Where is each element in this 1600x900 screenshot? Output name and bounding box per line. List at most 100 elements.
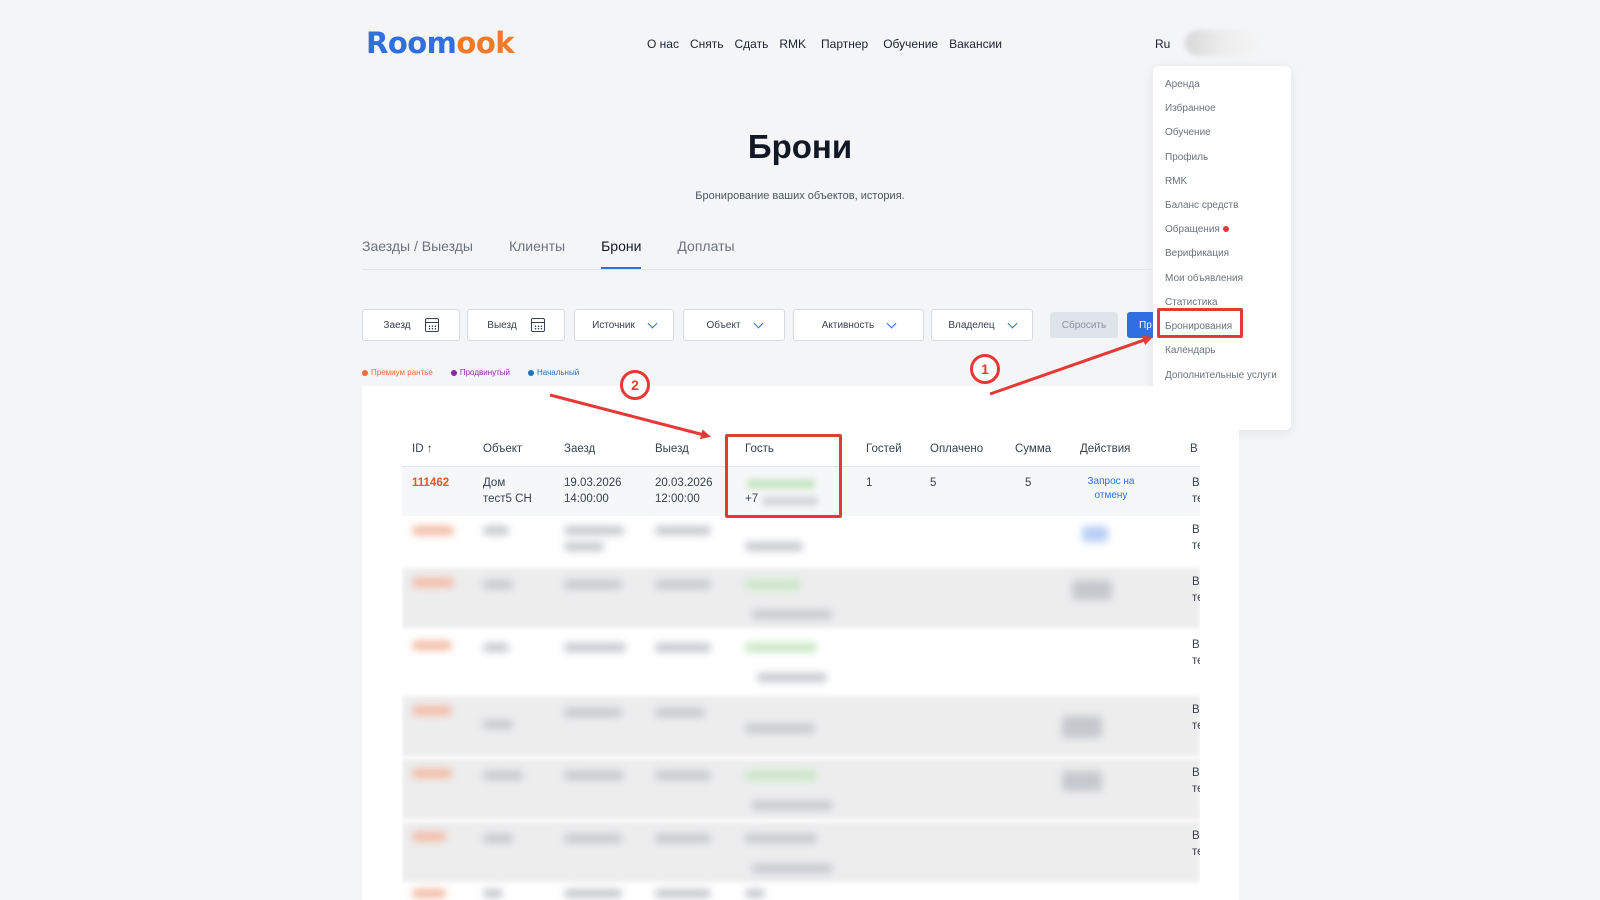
menu-item-verification[interactable]: Верификация	[1153, 242, 1291, 266]
menu-item-my-listings[interactable]: Мои объявления	[1153, 267, 1291, 291]
col-actions: Действия	[1080, 443, 1131, 455]
blur-text	[752, 864, 832, 873]
tab-checkins[interactable]: Заезды / Выезды	[362, 238, 473, 269]
row-extra: В	[1192, 830, 1200, 842]
table-row[interactable]: В те	[402, 631, 1200, 691]
tab-bookings[interactable]: Брони	[601, 238, 642, 269]
legend-dot	[362, 369, 368, 376]
owner-select[interactable]: Владелец	[931, 309, 1033, 341]
blur-text	[564, 526, 624, 535]
row-extra-2: те	[1192, 540, 1200, 552]
main-nav: О нас Снять Сдать RMK Партнер Обучение В…	[647, 37, 1002, 51]
menu-item-tickets[interactable]: Обращения	[1153, 218, 1291, 242]
blur-text	[483, 834, 513, 843]
row-extra: В	[1192, 576, 1200, 588]
nav-partner[interactable]: Партнер	[821, 37, 868, 51]
blur-text	[564, 542, 604, 551]
annotation-badge-1: 1	[970, 354, 1000, 384]
row-sum: 5	[1025, 477, 1032, 489]
blur-text	[483, 643, 509, 652]
checkout-date-input[interactable]: Выезд	[467, 309, 565, 341]
legend-advanced: Продвинутый	[450, 368, 510, 377]
row-extra: В	[1192, 767, 1200, 779]
col-checkin: Заезд	[564, 443, 596, 455]
chevron-down-icon	[647, 318, 658, 328]
language-switcher[interactable]: Ru	[1155, 37, 1170, 51]
col-id[interactable]: ID ↑	[412, 443, 432, 455]
annotation-badge-2: 2	[620, 370, 650, 400]
blur-id	[412, 641, 452, 650]
legend-dot	[528, 369, 535, 376]
blur-text	[745, 889, 765, 898]
col-paid: Оплачено	[930, 443, 984, 455]
blur-id	[412, 832, 446, 841]
col-sum: Сумма	[1015, 443, 1052, 455]
table-row[interactable]: В те	[402, 696, 1200, 756]
activity-select[interactable]: Активность	[793, 309, 924, 341]
blur-id	[412, 769, 452, 778]
table-row[interactable]: В те	[402, 822, 1200, 882]
blur-action	[1082, 526, 1108, 542]
highlight-guest-column	[725, 434, 842, 518]
chevron-down-icon	[753, 318, 763, 328]
nav-learning[interactable]: Обучение	[883, 37, 938, 51]
table-row[interactable]: В те	[402, 568, 1200, 628]
object-select[interactable]: Объект	[683, 309, 785, 341]
row-checkout-date: 20.03.2026	[655, 477, 713, 489]
col-extra: В	[1190, 443, 1198, 455]
row-checkout-time: 12:00:00	[655, 493, 700, 505]
tab-surcharges[interactable]: Доплаты	[677, 238, 734, 269]
blur-action	[1062, 716, 1102, 738]
nav-rent[interactable]: Снять	[690, 37, 724, 51]
tab-clients[interactable]: Клиенты	[509, 238, 565, 269]
col-checkout: Выезд	[655, 443, 689, 455]
row-checkin-date: 19.03.2026	[564, 477, 622, 489]
menu-item-calendar[interactable]: Календарь	[1153, 339, 1291, 363]
blur-id	[412, 578, 454, 587]
page-subtitle: Бронирование ваших объектов, история.	[695, 190, 905, 202]
blur-text	[745, 771, 817, 780]
blur-text	[564, 580, 622, 589]
row-extra: В	[1192, 524, 1200, 536]
row-extra-2: те	[1192, 783, 1200, 795]
row-guests-count: 1	[866, 477, 873, 489]
user-avatar[interactable]	[1185, 30, 1257, 56]
source-select[interactable]: Источник	[574, 309, 674, 341]
blur-text	[564, 834, 622, 843]
tabs: Заезды / Выезды Клиенты Брони Доплаты	[362, 238, 1152, 270]
blur-text	[745, 724, 815, 733]
table-row[interactable]	[402, 885, 1200, 900]
blur-action	[1062, 771, 1102, 791]
blur-text	[655, 643, 711, 652]
roomook-logo[interactable]: Roomook	[366, 26, 515, 60]
row-extra-2: те	[1192, 592, 1200, 604]
blurred-rows: В те В те В те В те	[402, 516, 1200, 900]
blur-text	[655, 580, 711, 589]
table-row[interactable]: В те	[402, 516, 1200, 565]
blur-text	[745, 542, 803, 551]
nav-rmk[interactable]: RMK	[779, 37, 806, 51]
blur-text	[745, 580, 801, 589]
table-row[interactable]: В те	[402, 759, 1200, 819]
blur-action	[1072, 580, 1112, 600]
col-object: Объект	[483, 443, 523, 455]
cancel-request-link[interactable]: Запрос на отмену	[1071, 475, 1151, 503]
nav-about[interactable]: О нас	[647, 37, 679, 51]
reset-button[interactable]: Сбросить	[1050, 312, 1118, 338]
page-title: Брони	[747, 128, 853, 165]
row-extra: В	[1192, 477, 1200, 489]
legend-basic: Начальный	[528, 368, 579, 377]
menu-item-favorites[interactable]: Избранное	[1153, 97, 1291, 121]
blur-text	[655, 708, 705, 717]
apply-button[interactable]: Пр	[1127, 312, 1153, 338]
blur-text	[564, 643, 626, 652]
menu-item-rent[interactable]: Аренда	[1153, 73, 1291, 97]
blur-text	[752, 801, 832, 810]
chevron-down-icon	[886, 318, 897, 328]
booking-id[interactable]: 111462	[412, 475, 449, 491]
nav-vacancies[interactable]: Вакансии	[949, 37, 1002, 51]
row-object-name-2: тест5 СН	[483, 493, 532, 505]
chevron-down-icon	[1007, 318, 1018, 328]
nav-lease[interactable]: Сдать	[735, 37, 769, 51]
checkin-date-input[interactable]: Заезд	[362, 309, 460, 341]
